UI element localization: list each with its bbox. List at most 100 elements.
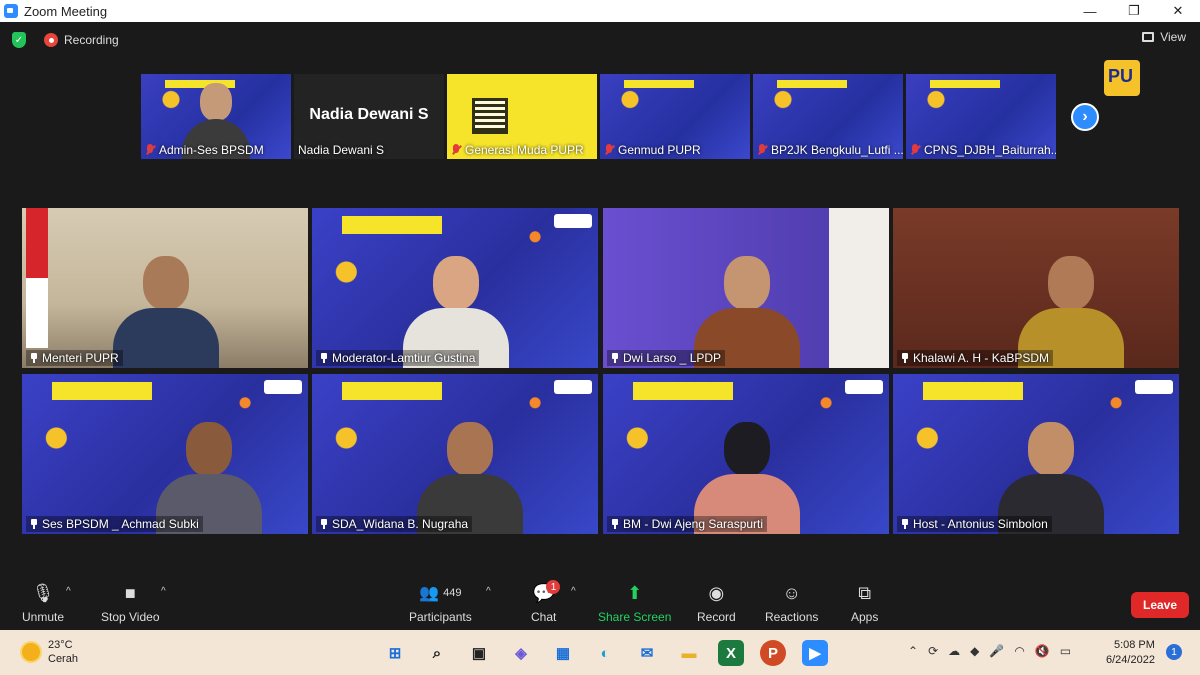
- weather-widget[interactable]: 23°C Cerah: [22, 638, 78, 666]
- microphone-icon[interactable]: 🎤: [989, 644, 1004, 658]
- unmute-button[interactable]: 🎙 Unmute: [22, 582, 64, 625]
- battery-icon[interactable]: ▭: [1060, 644, 1071, 658]
- pu-logo: [1104, 60, 1140, 96]
- pin-icon: [320, 519, 328, 529]
- audio-options-chevron-icon[interactable]: ^: [66, 586, 71, 597]
- video-tile[interactable]: Dwi Larso _ LPDP: [603, 208, 889, 368]
- qr-code-image: [472, 98, 508, 134]
- participant-name: Admin-Ses BPSDM: [159, 143, 264, 157]
- leave-button[interactable]: Leave: [1131, 592, 1189, 618]
- mic-muted-icon: [757, 144, 767, 156]
- thumbnail-tile[interactable]: BP2JK Bengkulu_Lutfi ...: [753, 74, 903, 159]
- participants-options-chevron-icon[interactable]: ^: [486, 586, 491, 597]
- video-tile[interactable]: Ses BPSDM _ Achmad Subki: [22, 374, 308, 534]
- video-tile[interactable]: SDA_Widana B. Nugraha: [312, 374, 598, 534]
- participant-name: BP2JK Bengkulu_Lutfi ...: [771, 143, 903, 157]
- record-button[interactable]: ◉ Record: [697, 582, 736, 625]
- maximize-button[interactable]: ❐: [1112, 0, 1156, 22]
- view-label: View: [1160, 30, 1186, 44]
- notification-badge[interactable]: 1: [1166, 644, 1182, 660]
- share-screen-icon: ⬆: [627, 582, 643, 603]
- participant-name: BM - Dwi Ajeng Saraspurti: [623, 517, 764, 531]
- mic-muted-icon: [451, 144, 461, 156]
- mic-muted-icon: [910, 144, 920, 156]
- thumbnail-tile[interactable]: Admin-Ses BPSDM: [141, 74, 291, 159]
- microphone-muted-icon: 🎙: [31, 582, 55, 603]
- participant-name: Nadia Dewani S: [298, 143, 385, 157]
- participants-button[interactable]: 👥 449 Participants: [409, 582, 472, 624]
- pin-icon: [901, 353, 909, 363]
- stop-video-button[interactable]: ■ Stop Video: [101, 582, 160, 625]
- next-page-arrow-icon[interactable]: ›: [1071, 103, 1099, 131]
- meeting-controls-bar: 🎙 Unmute ^ ■ Stop Video ^ 👥 449 Particip…: [0, 578, 1200, 630]
- security-shield-icon[interactable]: ✓: [12, 32, 26, 48]
- meeting-area: ✓ Recording View Admin-Ses BPSDM Nadia D…: [0, 22, 1200, 630]
- apps-icon: ⧉: [858, 582, 872, 603]
- chat-button[interactable]: 💬 1 Chat: [531, 580, 561, 624]
- mic-muted-icon: [604, 144, 614, 156]
- task-view-icon[interactable]: ▣: [466, 640, 492, 666]
- pin-icon: [611, 519, 619, 529]
- powerpoint-icon[interactable]: P: [760, 640, 786, 666]
- sync-icon[interactable]: ⟳: [928, 644, 938, 658]
- recording-icon: [44, 33, 58, 47]
- video-tile[interactable]: Host - Antonius Simbolon: [893, 374, 1179, 534]
- participant-name: Moderator-Lamtiur Gustina: [332, 351, 476, 365]
- participant-display-text: Nadia Dewani S: [309, 106, 429, 123]
- video-camera-icon: ■: [124, 582, 136, 603]
- participants-count: 449: [443, 587, 462, 599]
- thumbnail-tile[interactable]: Nadia Dewani S Nadia Dewani S: [294, 74, 444, 159]
- cloud-icon[interactable]: ☁: [948, 644, 960, 658]
- weather-temperature: 23°C: [48, 639, 73, 651]
- title-bar: Zoom Meeting — ❐ ✕: [0, 0, 1200, 22]
- volume-muted-icon[interactable]: 🔇: [1035, 644, 1050, 658]
- participant-name: SDA_Widana B. Nugraha: [332, 517, 469, 531]
- video-tile[interactable]: Menteri PUPR: [22, 208, 308, 368]
- wifi-icon[interactable]: ◠: [1014, 644, 1024, 658]
- participant-name: Generasi Muda PUPR: [465, 143, 584, 157]
- participant-name: Khalawi A. H - KaBPSDM: [913, 351, 1050, 365]
- close-button[interactable]: ✕: [1156, 0, 1200, 22]
- mic-muted-icon: [145, 144, 155, 156]
- zoom-taskbar-icon[interactable]: ▶: [802, 640, 828, 666]
- video-tile-active-speaker[interactable]: Moderator-Lamtiur Gustina: [312, 208, 598, 368]
- edge-browser-icon[interactable]: ◐: [592, 640, 618, 666]
- chat-options-chevron-icon[interactable]: ^: [571, 586, 576, 597]
- pin-icon: [611, 353, 619, 363]
- pin-icon: [30, 519, 38, 529]
- thumbnail-tile[interactable]: CPNS_DJBH_Baiturrah...: [906, 74, 1056, 159]
- participants-icon: 👥: [419, 585, 440, 602]
- windows-start-icon[interactable]: ⊞: [382, 640, 408, 666]
- teams-chat-icon[interactable]: ◈: [508, 640, 534, 666]
- mail-icon[interactable]: ✉: [634, 640, 660, 666]
- video-tile[interactable]: BM - Dwi Ajeng Saraspurti: [603, 374, 889, 534]
- window-title: Zoom Meeting: [24, 3, 108, 19]
- excel-icon[interactable]: X: [718, 640, 744, 666]
- video-tile[interactable]: Khalawi A. H - KaBPSDM: [893, 208, 1179, 368]
- search-icon[interactable]: ⌕: [424, 640, 450, 666]
- dropbox-icon[interactable]: ◆: [970, 644, 979, 658]
- participant-name: Ses BPSDM _ Achmad Subki: [42, 517, 199, 531]
- share-screen-button[interactable]: ⬆ Share Screen: [598, 582, 671, 625]
- system-clock[interactable]: 5:08 PM 6/24/2022: [1106, 638, 1155, 668]
- minimize-button[interactable]: —: [1068, 0, 1112, 22]
- reactions-button[interactable]: ☺ Reactions: [765, 582, 818, 625]
- thumbnail-tile[interactable]: Genmud PUPR: [600, 74, 750, 159]
- video-options-chevron-icon[interactable]: ^: [161, 586, 166, 597]
- clock-date: 6/24/2022: [1106, 654, 1155, 666]
- view-button[interactable]: View: [1142, 30, 1186, 44]
- thumbnail-tile[interactable]: Generasi Muda PUPR: [447, 74, 597, 159]
- file-explorer-icon[interactable]: ▬: [676, 640, 702, 666]
- weather-condition: Cerah: [48, 653, 78, 665]
- sun-icon: [22, 643, 40, 661]
- windows-taskbar: 23°C Cerah ⊞ ⌕ ▣ ◈ ▦ ◐ ✉ ▬ X P ▶ ⌃ ⟳ ☁ ◆…: [0, 630, 1200, 675]
- store-icon[interactable]: ▦: [550, 640, 576, 666]
- tray-chevron-up-icon[interactable]: ⌃: [908, 644, 918, 658]
- apps-button[interactable]: ⧉ Apps: [851, 582, 878, 625]
- recording-label[interactable]: Recording: [64, 33, 119, 47]
- chat-unread-badge: 1: [546, 580, 561, 594]
- participant-name: Genmud PUPR: [618, 143, 701, 157]
- participant-name: CPNS_DJBH_Baiturrah...: [924, 143, 1056, 157]
- zoom-app-icon: [4, 4, 18, 18]
- participant-name: Host - Antonius Simbolon: [913, 517, 1048, 531]
